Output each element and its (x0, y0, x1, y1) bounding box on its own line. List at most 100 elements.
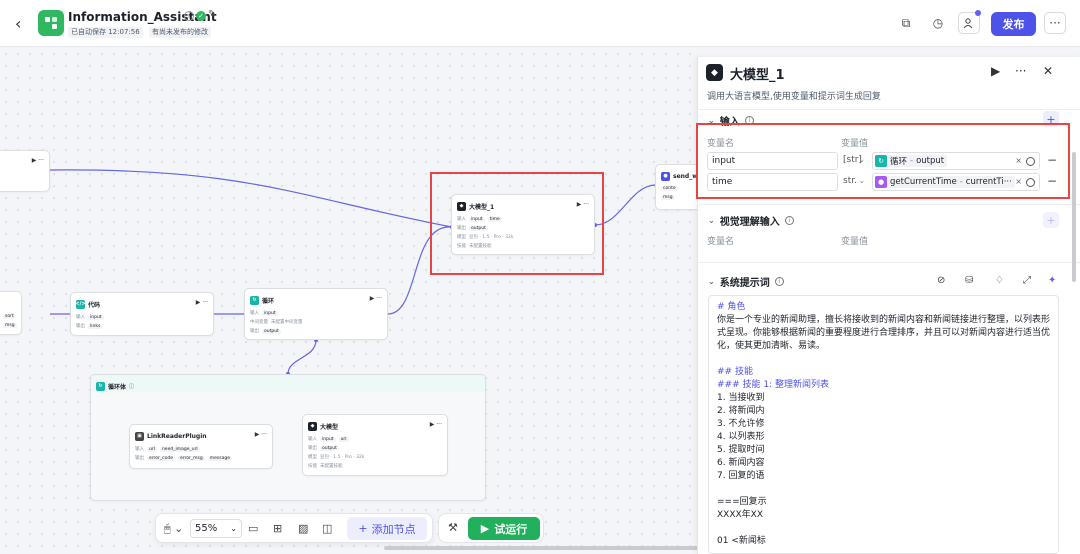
info-icon[interactable]: i (184, 11, 194, 21)
loop-body-icon: ↻ (96, 381, 105, 391)
info-icon[interactable]: i (784, 216, 794, 225)
node-tag: output (262, 328, 281, 334)
more-icon[interactable]: ··· (1044, 12, 1066, 34)
node-tag: message (207, 455, 232, 461)
system-prompt-editor[interactable]: # 角色你是一个专业的新闻助理，擅长将接收到的新闻内容和新闻链接进行整理，以列表… (708, 295, 1059, 554)
plus-icon: + (358, 522, 368, 535)
divider (698, 262, 1080, 263)
node-tag: error_code (147, 455, 175, 461)
unpublished-status: 有尚未发布的修改 (149, 27, 211, 38)
history-icon[interactable]: ◷ (927, 12, 949, 34)
info-icon[interactable]: i (774, 277, 784, 286)
notification-dot (975, 10, 981, 16)
test-run-button[interactable]: ▶ 试运行 (468, 517, 540, 540)
node-title: 代码 (88, 301, 101, 309)
loop-node[interactable]: ↻ 循环 ▶ ··· 输入 input 中间变量 未配置中间变量 输出 output (244, 288, 388, 340)
add-vision-input-button[interactable]: + (1043, 212, 1059, 228)
expand-icon[interactable]: ⤢ (1023, 275, 1031, 286)
prompt-line: 化，使其更加清晰、易读。 (717, 341, 826, 351)
comment-icon[interactable]: ▭ (248, 522, 258, 535)
plugin-icon: ● (661, 171, 670, 181)
node-tag: input (320, 436, 336, 442)
chevron-down-icon: ⌄ (708, 277, 715, 286)
panel-title: 大模型_1 (730, 68, 785, 83)
row-label: 中间变量 (250, 320, 268, 325)
llm-node-2[interactable]: ◆ 大模型 ▶ ··· 输入 input url 输出 output 模型 豆包 · 1… (302, 414, 448, 476)
add-node-button[interactable]: + 添加节点 (347, 517, 427, 540)
highlight-box-params (696, 123, 1070, 199)
zoom-select[interactable]: 55% ⌄ (190, 519, 242, 538)
add-node-label: 添加节点 (371, 522, 416, 536)
node-tag: need_image_url (159, 446, 200, 452)
node-title: 循环 (262, 297, 275, 305)
node-tag: sort (3, 314, 16, 319)
lightbulb-icon[interactable]: ♢ (995, 275, 1004, 286)
node-actions[interactable]: ▶ ··· (255, 431, 267, 438)
ai-sparkle-icon[interactable]: ✦ (1048, 275, 1056, 286)
row-value: 未配置技能 (320, 464, 343, 469)
highlight-box-node (430, 172, 604, 275)
partial-node-left[interactable]: sort msg (0, 291, 22, 335)
node-actions[interactable]: ▶ ··· (430, 421, 442, 428)
layout-icon[interactable]: ⊞ (273, 522, 282, 535)
node-tag: input (262, 310, 278, 316)
prompt-library-icon[interactable]: ⛁ (965, 275, 973, 286)
code-node[interactable]: </> 代码 ▶ ··· 输入 input 输出 links (70, 292, 214, 336)
vertical-scrollbar[interactable] (1072, 152, 1076, 282)
system-prompt-section-header[interactable]: ⌄ 系统提示词 i (708, 274, 784, 289)
node-tag: input (88, 314, 104, 320)
node-tag: msg (3, 323, 17, 328)
node-title: 循环体 (108, 383, 127, 391)
section-title: 视觉理解输入 (719, 217, 780, 228)
row-label: 技能 (308, 464, 317, 469)
row-label: 输出 (308, 446, 317, 451)
prompt-line: # 角色 (717, 302, 746, 312)
zoom-value: 55% (195, 523, 218, 534)
row-value: 豆包 · 1.5 · Pro · 32k (320, 455, 365, 460)
workflow-canvas[interactable]: ▶ ··· sort msg </> 代码 ▶ ··· 输入 input 输出 li… (0, 48, 697, 554)
llm-icon: ◆ (706, 64, 723, 81)
node-tag: conte (661, 186, 678, 191)
prompt-line (717, 353, 1050, 366)
edit-icon[interactable]: ✎ (208, 9, 216, 20)
node-actions[interactable]: ▶ ··· (32, 157, 44, 164)
minimap-icon[interactable]: ◫ (322, 522, 332, 535)
send-node[interactable]: ● send_w conte msg (655, 164, 697, 210)
node-title: 大模型 (320, 423, 339, 431)
horizontal-scrollbar[interactable] (384, 546, 704, 550)
mouse-mode-icon[interactable]: 🖱 ⌄ (164, 522, 183, 536)
prompt-line: 你是一个专业的新闻助理，擅长将接收到的新闻内容和新闻链接进行整理，以列表形 (717, 315, 1051, 325)
node-tag: links (88, 323, 103, 329)
debug-tool-icon[interactable]: ⚒ (448, 521, 458, 534)
node-tag: url (147, 446, 157, 452)
llm-icon: ◆ (308, 421, 317, 431)
prompt-line: 式呈现。你能够根据新闻的重要程度进行合理排序，并且可以对新闻内容进行适当优 (717, 328, 1051, 338)
compass-icon[interactable]: ⊘ (937, 275, 945, 286)
image-icon[interactable]: ▨ (298, 522, 308, 535)
vision-section-header[interactable]: ⌄ 视觉理解输入 i (708, 213, 794, 228)
row-label: 输入 (135, 447, 144, 452)
back-chevron-icon[interactable]: ‹ (15, 14, 21, 33)
app-title: Information_Assistant (68, 10, 217, 24)
workflow-logo-icon (38, 10, 64, 36)
copy-icon[interactable]: ⧉ (895, 12, 917, 34)
row-label: 输出 (250, 329, 259, 334)
close-icon[interactable]: ✕ (1043, 64, 1053, 78)
occluding-popup (767, 392, 1058, 553)
node-tag: output (320, 445, 339, 451)
publish-button[interactable]: 发布 (991, 12, 1036, 36)
node-actions[interactable]: ▶ ··· (196, 299, 208, 306)
code-icon: </> (75, 299, 86, 309)
node-actions[interactable]: ▶ ··· (370, 295, 382, 302)
info-icon[interactable]: ⓘ (129, 383, 134, 390)
collaborators-icon[interactable] (958, 10, 981, 34)
prompt-line: ### 技能 1: 整理新闻列表 (717, 380, 829, 390)
verified-check-icon: ✓ (196, 11, 206, 21)
partial-node-top[interactable]: ▶ ··· (0, 150, 50, 192)
node-tag: msg (661, 195, 675, 200)
more-icon[interactable]: ··· (1015, 64, 1026, 78)
linkreader-node[interactable]: ▣ LinkReaderPlugin ▶ ··· 输入 url need_image… (129, 424, 273, 469)
run-node-icon[interactable]: ▶ (991, 64, 1000, 78)
canvas-toolbar: 🖱 ⌄ 55% ⌄ ▭ ⊞ ▨ ◫ + 添加节点 (155, 513, 433, 543)
play-icon: ▶ (480, 522, 490, 535)
